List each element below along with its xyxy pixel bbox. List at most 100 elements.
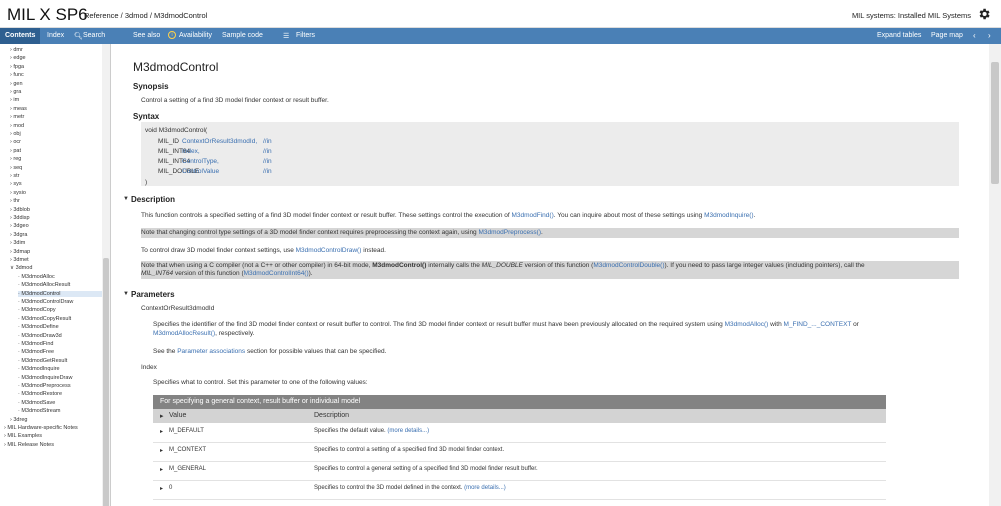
sidebar-module-3dgeo[interactable]: › 3dgeo	[10, 223, 29, 229]
availability-button[interactable]: Availability	[179, 32, 212, 39]
sidebar-section-mil-release-notes[interactable]: › MIL Release Notes	[4, 442, 54, 448]
sidebar-module-3dim[interactable]: › 3dim	[10, 240, 25, 246]
filter-icon[interactable]: ☰	[283, 32, 289, 40]
code-param-direction[interactable]: //in	[263, 168, 272, 175]
filters-button[interactable]: Filters	[296, 32, 315, 39]
tab-search[interactable]: Search	[83, 32, 105, 39]
link-m3dmodcontrolint64[interactable]: M3dmodControlInt64()	[244, 270, 309, 277]
sidebar-module-meas[interactable]: › meas	[10, 106, 27, 112]
sidebar-module-sysio[interactable]: › sysio	[10, 190, 26, 196]
sidebar-item-label: 3dmet	[13, 257, 29, 263]
link-parameter-associations[interactable]: Parameter associations	[177, 348, 245, 355]
expand-tables-button[interactable]: Expand tables	[877, 32, 921, 39]
sidebar-section-mil-examples[interactable]: › MIL Examples	[4, 433, 42, 439]
sidebar-module-metr[interactable]: › metr	[10, 114, 24, 120]
breadcrumb[interactable]: Reference / 3dmod / M3dmodControl	[84, 11, 207, 20]
sidebar-item-m3dmodgetresult[interactable]: · M3dmodGetResult	[18, 358, 67, 364]
sidebar-module-3dmap[interactable]: › 3dmap	[10, 249, 30, 255]
sidebar-scrollbar-thumb[interactable]	[103, 258, 109, 506]
sidebar-section-mil-hardware-specific-notes[interactable]: › MIL Hardware-specific Notes	[4, 425, 78, 431]
sidebar-module-3dgra[interactable]: › 3dgra	[10, 232, 27, 238]
collapse-icon[interactable]: ▼	[123, 291, 129, 297]
sidebar-item-m3dmodallocresult[interactable]: · M3dmodAllocResult	[18, 282, 70, 288]
mil-systems-selector[interactable]: MIL systems: Installed MIL Systems	[852, 11, 971, 20]
code-param-direction[interactable]: //in	[263, 148, 272, 155]
sidebar-module-dmr[interactable]: › dmr	[10, 47, 23, 53]
sidebar-module-3dblob[interactable]: › 3dblob	[10, 207, 30, 213]
nav-bar: Contents Index 🔍︎ Search See also i Avai…	[0, 28, 1001, 44]
sidebar-module-seq[interactable]: › seq	[10, 165, 22, 171]
sidebar-item-m3dmodpreprocess[interactable]: · M3dmodPreprocess	[18, 383, 71, 389]
link-m3dmodpreprocess[interactable]: M3dmodPreprocess()	[478, 229, 541, 236]
sidebar-module-im[interactable]: › im	[10, 97, 19, 103]
product-title[interactable]: MIL X SP6	[7, 5, 88, 25]
sidebar-item-m3dmoddefine[interactable]: · M3dmodDefine	[18, 324, 59, 330]
sidebar-item-m3dmoddraw3d[interactable]: · M3dmodDraw3d	[18, 333, 62, 339]
sidebar-item-label: thr	[13, 198, 20, 205]
sidebar-module-sys[interactable]: › sys	[10, 181, 22, 187]
search-icon[interactable]: 🔍︎	[74, 32, 83, 40]
sidebar-module-ocr[interactable]: › ocr	[10, 139, 21, 145]
sidebar-item-m3dmodalloc[interactable]: · M3dmodAlloc	[18, 274, 55, 280]
sidebar-item-m3dmodrestore[interactable]: · M3dmodRestore	[18, 391, 62, 397]
link-m3dmodfind[interactable]: M3dmodFind()	[511, 212, 553, 219]
parameters-heading[interactable]: Parameters	[131, 290, 175, 299]
expand-row-icon[interactable]: ▸	[160, 466, 163, 473]
sidebar-item-m3dmodcontroldraw[interactable]: · M3dmodControlDraw	[18, 299, 73, 305]
tab-index[interactable]: Index	[47, 32, 64, 39]
link-m3dmodallocresult[interactable]: M3dmodAllocResult()	[153, 330, 215, 337]
sidebar-item-m3dmodcontrol[interactable]: · M3dmodControl	[18, 290, 102, 297]
sidebar-module-pat[interactable]: › pat	[10, 148, 21, 154]
sidebar-module-gra[interactable]: › gra	[10, 89, 21, 95]
sidebar-module-edge[interactable]: › edge	[10, 55, 26, 61]
link-m-find-context[interactable]: M_FIND_..._CONTEXT	[783, 321, 851, 328]
sidebar-item-m3dmodfind[interactable]: · M3dmodFind	[18, 341, 53, 347]
sidebar-item-m3dmodcopy[interactable]: · M3dmodCopy	[18, 307, 56, 313]
sidebar-item-m3dmodsave[interactable]: · M3dmodSave	[18, 400, 55, 406]
code-param-direction[interactable]: //in	[263, 138, 272, 145]
sidebar-module-3ddisp[interactable]: › 3ddisp	[10, 215, 30, 221]
sidebar-item-m3dmodinquiredraw[interactable]: · M3dmodInquireDraw	[18, 375, 72, 381]
code-param-name[interactable]: ControlType,	[182, 158, 219, 165]
code-param-name[interactable]: ContextOrResult3dmodId,	[182, 138, 257, 145]
description-heading[interactable]: Description	[131, 195, 175, 204]
link-m3dmodcontroldouble[interactable]: M3dmodControlDouble()	[593, 262, 664, 269]
sidebar-module-3dmet[interactable]: › 3dmet	[10, 257, 29, 263]
sidebar-item-label: sys	[13, 181, 22, 188]
sidebar-module-func[interactable]: › func	[10, 72, 24, 78]
link-m3dmodalloc[interactable]: M3dmodAlloc()	[725, 321, 769, 328]
expand-row-icon[interactable]: ▸	[160, 485, 163, 492]
sidebar-item-m3dmodcopyresult[interactable]: · M3dmodCopyResult	[18, 316, 71, 322]
sidebar-module-mod[interactable]: › mod	[10, 123, 24, 129]
code-param-name[interactable]: ControlValue	[182, 168, 219, 175]
page-map-button[interactable]: Page map	[931, 32, 963, 39]
expand-row-icon[interactable]: ▸	[160, 447, 163, 454]
code-param-name[interactable]: Index,	[182, 148, 200, 155]
sidebar-module-reg[interactable]: › reg	[10, 156, 21, 162]
sidebar-module-obj[interactable]: › obj	[10, 131, 21, 137]
sidebar-module-3dreg[interactable]: › 3dreg	[10, 417, 27, 423]
chevron-right-icon[interactable]: ›	[988, 31, 991, 40]
sidebar-item-m3dmodfree[interactable]: · M3dmodFree	[18, 349, 54, 355]
more-details-link[interactable]: (more details...)	[387, 428, 429, 434]
collapse-icon[interactable]: ▼	[123, 196, 129, 202]
gear-icon[interactable]	[977, 7, 991, 21]
code-param-direction[interactable]: //in	[263, 158, 272, 165]
more-details-link[interactable]: (more details...)	[464, 485, 506, 491]
sidebar-item-m3dmodstream[interactable]: · M3dmodStream	[18, 408, 61, 414]
tab-contents[interactable]: Contents	[5, 32, 35, 39]
main-scrollbar-thumb[interactable]	[991, 62, 999, 184]
chevron-left-icon[interactable]: ‹	[973, 31, 976, 40]
sidebar-module-3dmod[interactable]: ∨ 3dmod	[10, 265, 32, 271]
collapse-icon[interactable]: ▸	[160, 412, 164, 420]
expand-row-icon[interactable]: ▸	[160, 428, 163, 435]
sidebar-module-gen[interactable]: › gen	[10, 81, 23, 87]
sidebar-module-thr[interactable]: › thr	[10, 198, 20, 204]
sidebar-item-m3dmodinquire[interactable]: · M3dmodInquire	[18, 366, 60, 372]
sidebar-module-fpga[interactable]: › fpga	[10, 64, 24, 70]
sample-code-button[interactable]: Sample code	[222, 32, 263, 39]
see-also-button[interactable]: See also	[133, 32, 160, 39]
sidebar-module-str[interactable]: › str	[10, 173, 20, 179]
link-m3dmodcontroldraw[interactable]: M3dmodControlDraw()	[296, 247, 362, 254]
link-m3dmodinquire[interactable]: M3dmodInquire()	[704, 212, 754, 219]
